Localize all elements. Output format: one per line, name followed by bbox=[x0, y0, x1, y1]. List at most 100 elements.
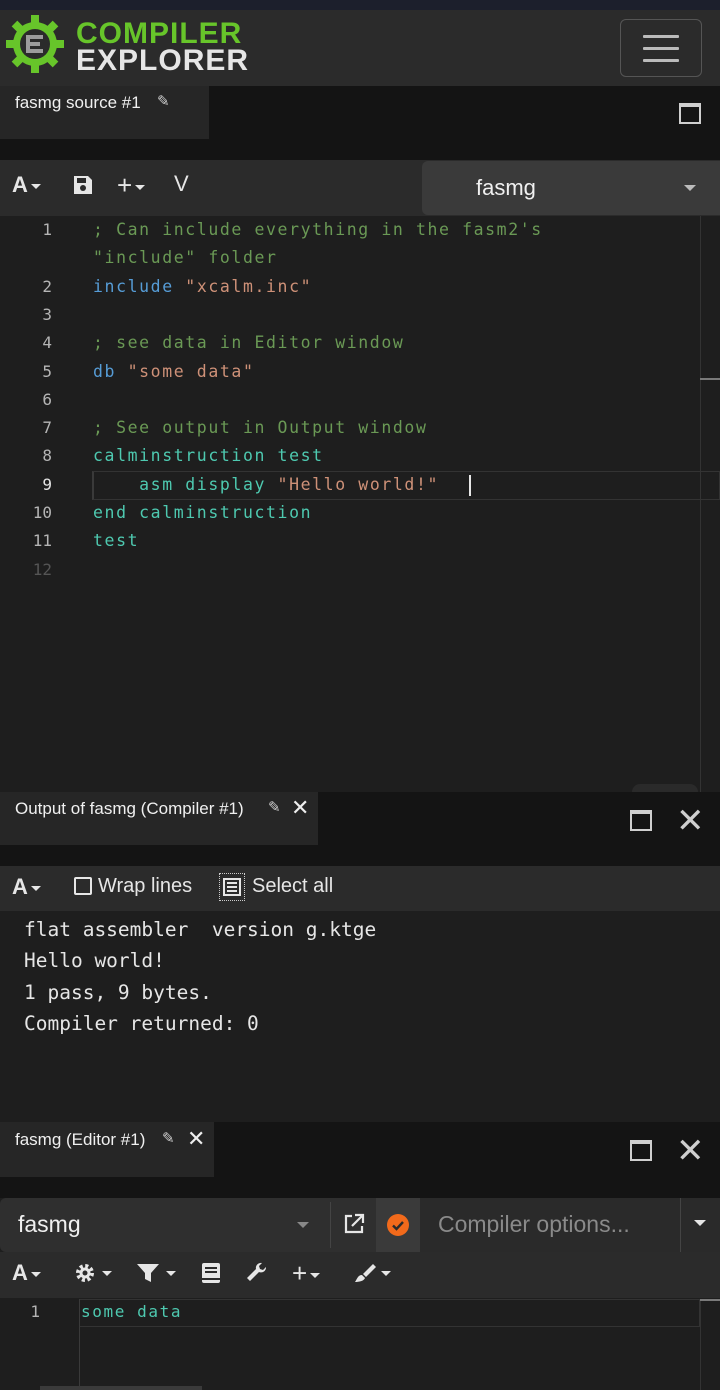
tab-title: fasmg source #1 bbox=[15, 93, 141, 112]
hamburger-icon bbox=[643, 35, 679, 38]
code-token: ; Can include everything in the fasm2's bbox=[93, 220, 543, 239]
code-token: "some data" bbox=[127, 361, 255, 381]
tab-output[interactable]: Output of fasmg (Compiler #1) ✎ ✕ bbox=[0, 792, 318, 845]
line-number: 4 bbox=[42, 333, 52, 353]
filter-button[interactable] bbox=[137, 1263, 177, 1288]
text-cursor bbox=[469, 475, 471, 496]
maximize-icon[interactable] bbox=[630, 810, 652, 831]
tab-compiler[interactable]: fasmg (Editor #1) ✎ ✕ bbox=[0, 1122, 214, 1177]
code-token: end calminstruction bbox=[93, 503, 313, 522]
compiler-options-placeholder: Compiler options... bbox=[438, 1211, 630, 1237]
line-number: 5 bbox=[42, 361, 52, 381]
window-top-strip bbox=[0, 0, 720, 10]
code-line: calminstruction test bbox=[93, 446, 324, 465]
close-tab-icon[interactable]: ✕ bbox=[187, 1128, 205, 1150]
line-number: 1 bbox=[30, 1302, 40, 1321]
code-line: asm display "Hello world!" bbox=[93, 475, 439, 494]
code-token: "Hello world!" bbox=[277, 474, 440, 494]
select-all-icon[interactable] bbox=[219, 873, 245, 901]
edit-title-pencil-icon[interactable]: ✎ bbox=[268, 798, 281, 816]
chevron-down-icon bbox=[310, 1272, 321, 1278]
settings-gear-button[interactable] bbox=[74, 1262, 112, 1289]
tab-title: fasmg (Editor #1) bbox=[15, 1130, 146, 1149]
output-line: Compiler returned: 0 bbox=[24, 1011, 259, 1035]
tools-wrench-icon[interactable] bbox=[246, 1262, 268, 1289]
code-token: ; see data in Editor window bbox=[93, 333, 405, 353]
language-select-value: fasmg bbox=[476, 175, 536, 200]
language-select[interactable]: fasmg bbox=[422, 161, 720, 215]
editor-scrollbar-thumb[interactable] bbox=[700, 1299, 720, 1301]
popout-icon[interactable] bbox=[343, 1213, 365, 1240]
assembly-line: some data bbox=[81, 1302, 183, 1321]
editor-overlay-tab bbox=[632, 784, 698, 792]
code-line: include "xcalm.inc" bbox=[93, 277, 312, 296]
line-number: 7 bbox=[42, 418, 52, 438]
output-line: Hello world! bbox=[24, 949, 165, 973]
add-new-button[interactable]: + bbox=[117, 170, 146, 201]
wrap-lines-checkbox[interactable] bbox=[74, 877, 92, 895]
line-number: 2 bbox=[42, 276, 52, 296]
line-number: 11 bbox=[32, 531, 52, 551]
editor-scrollbar[interactable] bbox=[700, 1299, 701, 1390]
wrap-lines-label[interactable]: Wrap lines bbox=[98, 875, 192, 898]
font-size-button[interactable]: A bbox=[12, 1260, 41, 1286]
vim-mode-button[interactable]: V bbox=[174, 171, 189, 197]
code-token: "include" folder bbox=[93, 248, 278, 268]
tab-source[interactable]: fasmg source #1 ✎ bbox=[0, 86, 209, 139]
code-token: asm display bbox=[93, 474, 278, 494]
close-pane-icon[interactable]: ✕ bbox=[676, 1134, 705, 1168]
code-token: "xcalm.inc" bbox=[185, 276, 313, 296]
edit-title-pencil-icon[interactable]: ✎ bbox=[162, 1129, 175, 1147]
code-line: test bbox=[93, 531, 139, 550]
editor-scrollbar[interactable] bbox=[700, 216, 701, 792]
code-token: db bbox=[93, 361, 128, 381]
code-token: ; See output in Output window bbox=[93, 418, 428, 438]
compiler-options-input[interactable]: Compiler options... bbox=[420, 1198, 682, 1252]
line-number: 8 bbox=[42, 446, 52, 466]
code-line: end calminstruction bbox=[93, 503, 312, 522]
code-line: ; See output in Output window bbox=[93, 418, 427, 437]
add-tool-brush-icon[interactable] bbox=[353, 1262, 393, 1289]
library-book-icon[interactable] bbox=[201, 1262, 221, 1289]
add-new-button[interactable]: + bbox=[292, 1258, 321, 1289]
code-token: include bbox=[93, 276, 186, 296]
edit-title-pencil-icon[interactable]: ✎ bbox=[157, 92, 170, 110]
line-number: 12 bbox=[32, 559, 52, 579]
close-tab-icon[interactable]: ✕ bbox=[291, 797, 309, 819]
logo-title-line2: EXPLORER bbox=[76, 44, 250, 77]
line-number: 1 bbox=[42, 220, 52, 239]
hamburger-menu-button[interactable] bbox=[620, 19, 702, 77]
chevron-down-icon bbox=[297, 1222, 309, 1228]
editor-scrollbar-thumb[interactable] bbox=[700, 378, 720, 380]
code-line: ; Can include everything in the fasm2's bbox=[93, 220, 543, 239]
close-pane-icon[interactable]: ✕ bbox=[676, 804, 705, 838]
compiler-options-dropdown[interactable] bbox=[680, 1198, 720, 1252]
font-size-button[interactable]: A bbox=[12, 172, 41, 198]
chevron-down-icon bbox=[30, 1271, 41, 1277]
tab-title: Output of fasmg (Compiler #1) bbox=[15, 799, 244, 818]
chevron-down-icon bbox=[30, 885, 41, 891]
line-number: 10 bbox=[32, 503, 52, 522]
horizontal-scrollbar-thumb[interactable] bbox=[40, 1386, 202, 1390]
maximize-icon[interactable] bbox=[679, 103, 701, 124]
chevron-down-icon bbox=[694, 1220, 706, 1226]
line-number: 9 bbox=[42, 474, 52, 494]
compiler-select-value: fasmg bbox=[18, 1211, 81, 1237]
code-token: calminstruction test bbox=[93, 446, 324, 466]
output-line: 1 pass, 9 bytes. bbox=[24, 980, 212, 1004]
line-number: 6 bbox=[42, 389, 52, 409]
status-check-icon bbox=[387, 1214, 409, 1236]
chevron-down-icon bbox=[684, 185, 696, 191]
select-all-label[interactable]: Select all bbox=[252, 875, 333, 898]
compiler-select[interactable]: fasmg bbox=[0, 1198, 376, 1252]
compile-status-button[interactable] bbox=[376, 1198, 420, 1252]
maximize-icon[interactable] bbox=[630, 1140, 652, 1161]
chevron-down-icon bbox=[30, 183, 41, 189]
font-size-button[interactable]: A bbox=[12, 874, 41, 900]
chevron-down-icon bbox=[135, 184, 146, 190]
code-line: "include" folder bbox=[93, 248, 278, 267]
save-icon[interactable] bbox=[73, 175, 93, 200]
code-token: test bbox=[93, 531, 140, 551]
output-line: flat assembler version g.ktge bbox=[24, 918, 377, 941]
compiler-explorer-logo-icon[interactable] bbox=[4, 13, 66, 75]
